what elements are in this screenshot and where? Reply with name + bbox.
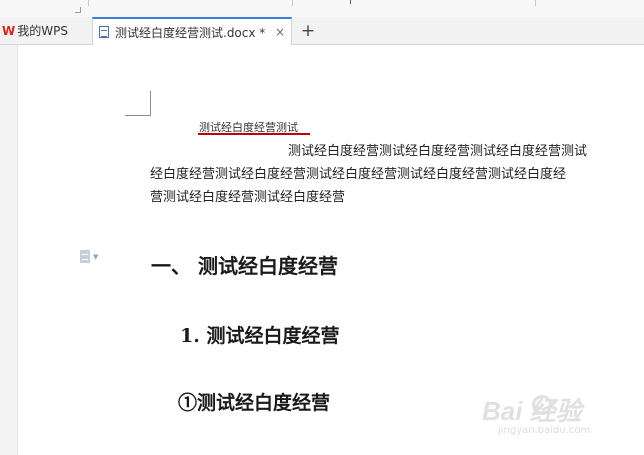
paragraph-layout-button[interactable]: ▼ xyxy=(80,250,98,263)
ribbon-separator xyxy=(88,0,89,6)
body-paragraph-line[interactable]: 经白度经营测试经白度经营测试经白度经营测试经白度经营测试经白度经 xyxy=(150,163,566,182)
spell-check-underline xyxy=(198,133,310,135)
wps-logo-icon: W xyxy=(2,23,15,38)
tab-document-label: 测试经白度经营测试.docx * xyxy=(115,25,266,40)
heading-level-3[interactable]: ①测试经白度经营 xyxy=(178,388,330,415)
tab-document[interactable]: 测试经白度经营测试.docx * × xyxy=(92,17,292,45)
heading-level-1[interactable]: 一、 测试经白度经营 xyxy=(151,250,338,279)
ribbon-strip xyxy=(0,0,644,18)
body-paragraph-line[interactable]: 测试经白度经营测试经白度经营测试经白度经营测试 xyxy=(288,140,587,159)
heading-level-2[interactable]: 1. 测试经白度经营 xyxy=(180,321,339,348)
close-tab-icon[interactable]: × xyxy=(275,25,285,39)
tab-my-wps[interactable]: W 我的WPS xyxy=(0,17,88,44)
dialog-launcher-icon[interactable] xyxy=(75,7,81,13)
vertical-ruler xyxy=(0,45,18,455)
document-icon xyxy=(99,26,109,38)
new-tab-button[interactable]: + xyxy=(300,17,316,44)
page-margin-marker xyxy=(125,91,151,116)
ribbon-separator xyxy=(292,0,293,6)
tab-my-wps-label: 我的WPS xyxy=(17,24,68,38)
ribbon-separator xyxy=(535,0,536,6)
page-icon xyxy=(80,250,90,263)
ribbon-separator xyxy=(350,0,351,4)
document-workspace[interactable]: ▼ 测试经白度经营测试 测试经白度经营测试经白度经营测试经白度经营测试 经白度经… xyxy=(0,45,644,455)
document-tab-bar: W 我的WPS 测试经白度经营测试.docx * × xyxy=(0,17,644,45)
watermark-brand: Bai 经验 xyxy=(482,396,582,426)
watermark-url: jingyan.baidu.com xyxy=(498,425,591,436)
chevron-down-icon: ▼ xyxy=(93,252,99,261)
baidu-jingyan-watermark: Bai 经验 jingyan.baidu.com xyxy=(478,385,618,445)
body-paragraph-line[interactable]: 营测试经白度经营测试经白度经营 xyxy=(150,186,345,205)
